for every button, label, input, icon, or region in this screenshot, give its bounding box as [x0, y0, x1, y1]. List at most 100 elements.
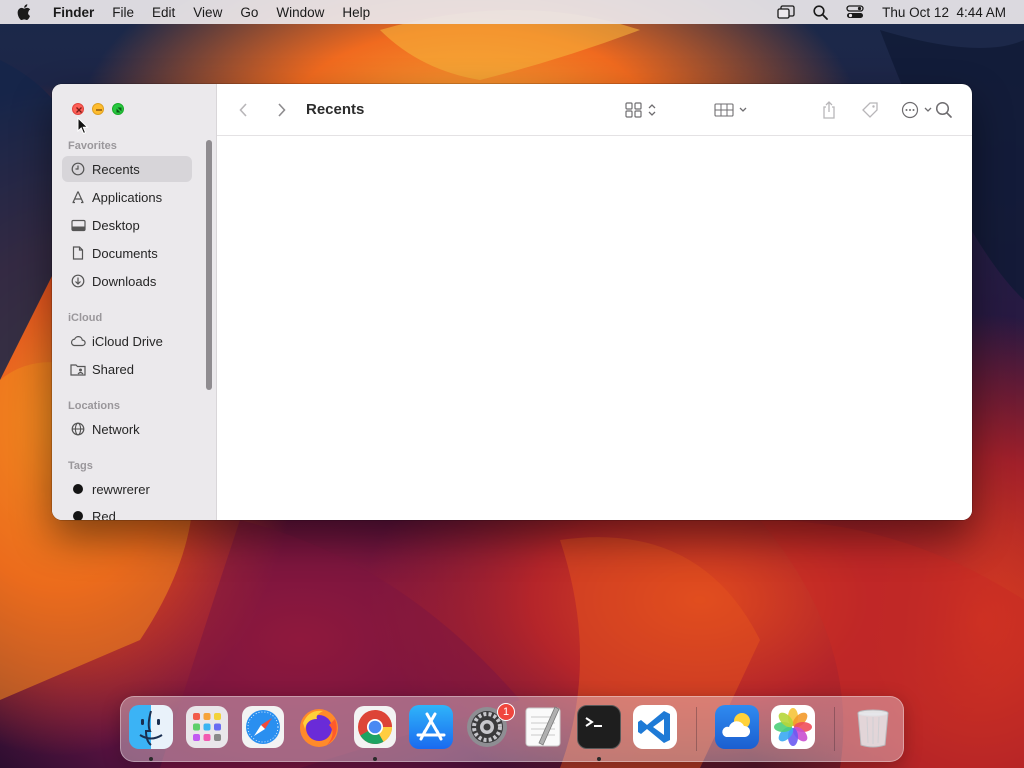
dock-launchpad[interactable] — [185, 705, 229, 749]
sidebar-tag-red[interactable]: Red — [62, 503, 192, 520]
sidebar: Favorites Recents Applications Desktop D… — [52, 84, 217, 520]
icon-view-grid-icon — [625, 102, 656, 118]
sidebar-item-shared[interactable]: Shared — [62, 356, 192, 382]
more-ellipsis-icon — [901, 101, 932, 119]
photos-icon — [774, 708, 812, 746]
close-x-icon — [76, 107, 82, 113]
vscode-icon — [638, 711, 670, 743]
control-center-icon[interactable] — [846, 5, 864, 19]
sidebar-item-applications[interactable]: Applications — [62, 184, 192, 210]
dock-firefox[interactable] — [297, 705, 341, 749]
tag-color-dot — [73, 484, 83, 494]
dock-app-store[interactable] — [409, 705, 453, 749]
sidebar-item-recents[interactable]: Recents — [62, 156, 192, 182]
dock-safari[interactable] — [241, 705, 285, 749]
forward-button[interactable] — [274, 98, 288, 122]
share-button[interactable] — [821, 98, 837, 122]
firefox-icon — [300, 709, 338, 747]
sidebar-item-label: Red — [92, 508, 116, 521]
dock-separator — [696, 707, 697, 751]
textedit-icon — [525, 706, 561, 747]
dock-terminal[interactable] — [577, 705, 621, 749]
sidebar-item-label: Network — [92, 421, 140, 437]
window-title: Recents — [306, 101, 365, 118]
sidebar-item-label: Desktop — [92, 217, 140, 233]
app-store-icon — [416, 712, 446, 741]
dock-weather[interactable] — [715, 705, 759, 749]
finder-icon — [139, 710, 163, 746]
tags-section-title: Tags — [68, 460, 93, 472]
tag-icon — [862, 102, 878, 118]
sidebar-item-label: Documents — [92, 245, 158, 261]
zoom-button[interactable] — [112, 103, 124, 115]
desktop-icon — [70, 217, 86, 233]
running-indicator — [597, 757, 601, 761]
sidebar-item-label: Shared — [92, 361, 134, 377]
sidebar-item-label: iCloud Drive — [92, 333, 163, 349]
favorites-section-title: Favorites — [68, 140, 117, 152]
spotlight-search-icon[interactable] — [813, 4, 829, 20]
menu-file[interactable]: File — [112, 5, 134, 20]
clock-icon — [70, 161, 86, 177]
zoom-arrows-icon — [116, 107, 122, 113]
applications-icon — [70, 189, 86, 205]
running-indicator — [149, 757, 153, 761]
tag-color-dot — [73, 511, 83, 520]
icloud-section-title: iCloud — [68, 312, 103, 324]
group-button[interactable] — [713, 98, 751, 122]
chrome-icon — [354, 706, 396, 748]
dock-vscode[interactable] — [633, 705, 677, 749]
sidebar-scrollbar[interactable] — [206, 140, 212, 390]
sidebar-item-label: Applications — [92, 189, 163, 205]
dock-photos[interactable] — [771, 705, 815, 749]
menu-window[interactable]: Window — [276, 5, 324, 20]
menu-view[interactable]: View — [193, 5, 222, 20]
menu-app-name[interactable]: Finder — [53, 5, 94, 20]
menu-help[interactable]: Help — [342, 5, 370, 20]
close-button[interactable] — [72, 103, 84, 115]
back-button[interactable] — [237, 98, 251, 122]
dock-textedit[interactable] — [521, 705, 565, 749]
sidebar-item-label: Recents — [92, 161, 140, 177]
screen-mirroring-icon[interactable] — [777, 5, 795, 19]
menu-clock[interactable]: Thu Oct 12 4:44 AM — [882, 5, 1006, 20]
sidebar-item-label: Downloads — [92, 273, 157, 289]
apple-icon[interactable] — [17, 4, 37, 20]
chevron-left-icon — [239, 103, 247, 117]
dock: 1 — [120, 696, 904, 762]
sidebar-item-downloads[interactable]: Downloads — [62, 268, 192, 294]
running-indicator — [373, 757, 377, 761]
launchpad-icon — [186, 706, 228, 748]
file-list-area[interactable] — [217, 137, 972, 520]
group-grid-icon — [714, 103, 747, 117]
view-mode-button[interactable] — [624, 98, 662, 122]
sidebar-item-network[interactable]: Network — [62, 416, 192, 442]
action-menu-button[interactable] — [901, 98, 937, 122]
locations-section-title: Locations — [68, 400, 120, 412]
dock-finder[interactable] — [129, 705, 173, 749]
sidebar-item-desktop[interactable]: Desktop — [62, 212, 192, 238]
document-icon — [70, 245, 86, 261]
cloud-icon — [70, 333, 86, 349]
safari-icon — [242, 706, 284, 748]
sidebar-tag-rewwrerer[interactable]: rewwrerer — [62, 476, 192, 502]
dock-chrome[interactable] — [353, 705, 397, 749]
mouse-cursor-icon — [77, 116, 89, 140]
share-icon — [823, 101, 835, 119]
globe-icon — [70, 421, 86, 437]
menu-edit[interactable]: Edit — [152, 5, 175, 20]
sidebar-item-label: rewwrerer — [92, 481, 150, 497]
minimize-button[interactable] — [92, 103, 104, 115]
shared-folder-icon — [70, 361, 86, 377]
menu-go[interactable]: Go — [240, 5, 258, 20]
tag-button[interactable] — [860, 98, 880, 122]
sidebar-item-documents[interactable]: Documents — [62, 240, 192, 266]
finder-window: Favorites Recents Applications Desktop D… — [52, 84, 972, 520]
download-icon — [70, 273, 86, 289]
toolbar: Recents — [217, 84, 972, 136]
notification-badge: 1 — [497, 703, 515, 721]
chevron-right-icon — [278, 103, 286, 117]
sidebar-item-icloud-drive[interactable]: iCloud Drive — [62, 328, 192, 354]
dock-trash[interactable] — [851, 705, 895, 749]
search-button[interactable] — [935, 98, 953, 122]
